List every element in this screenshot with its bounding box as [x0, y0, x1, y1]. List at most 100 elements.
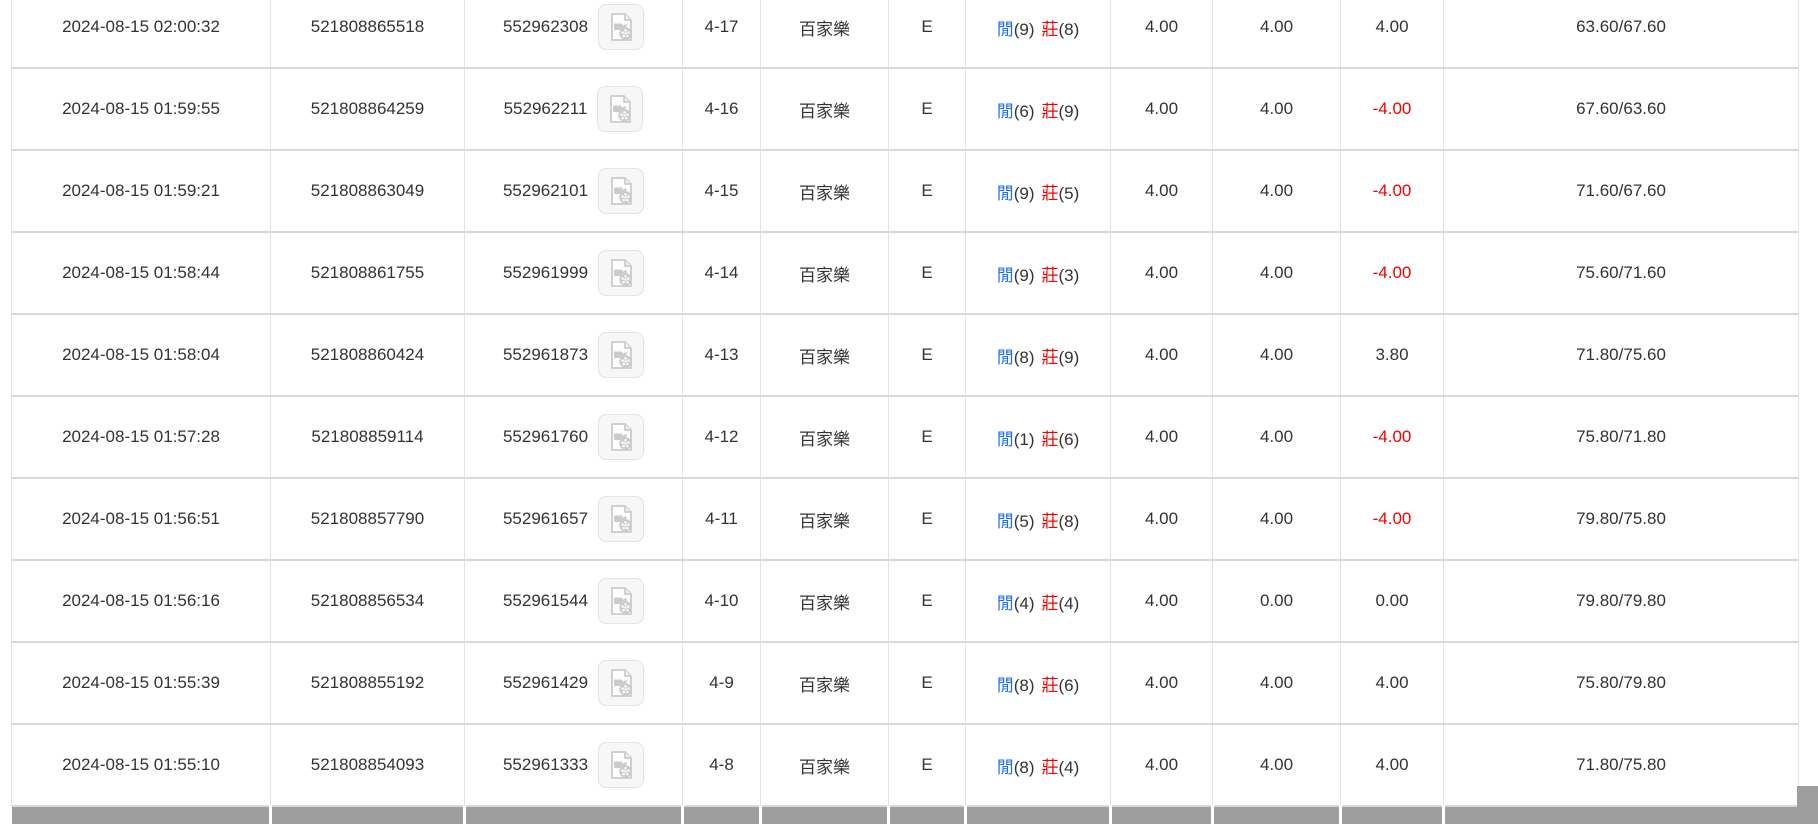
video-replay-button[interactable] — [598, 250, 644, 296]
table-row: 2024-08-15 01:56:51 521808857790 5529616… — [12, 478, 1799, 560]
banker-score: (6) — [1059, 676, 1080, 695]
table-code-cell: E — [889, 724, 966, 806]
subtotal-count: 20 — [271, 806, 465, 824]
player-score: (9) — [1014, 266, 1035, 285]
table-row: 2024-08-15 01:57:28 521808859114 5529617… — [12, 396, 1799, 478]
table-code-cell: E — [889, 642, 966, 724]
banker-score: (4) — [1059, 594, 1080, 613]
round-id-cell: 552962308 — [465, 0, 683, 68]
video-replay-button[interactable] — [598, 332, 644, 378]
video-file-icon — [605, 421, 637, 453]
banker-score: (9) — [1059, 102, 1080, 121]
bet-id-cell: 521808855192 — [271, 642, 465, 724]
valid-bet-cell: 4.00 — [1213, 314, 1341, 396]
round-number-cell: 4-12 — [683, 396, 761, 478]
result-cell: 閒(6)莊(9) — [966, 68, 1111, 150]
round-id-cell: 552962101 — [465, 150, 683, 232]
banker-label: 莊 — [1042, 20, 1059, 39]
banker-label: 莊 — [1042, 102, 1059, 121]
round-id-value: 552961873 — [503, 345, 588, 365]
video-replay-button[interactable] — [598, 742, 644, 788]
balance-cell: 71.80/75.60 — [1444, 314, 1799, 396]
video-file-icon — [605, 667, 637, 699]
video-replay-button[interactable] — [597, 86, 643, 132]
player-score: (8) — [1014, 676, 1035, 695]
banker-score: (4) — [1059, 758, 1080, 777]
balance-cell: 63.60/67.60 — [1444, 0, 1799, 68]
video-replay-button[interactable] — [598, 414, 644, 460]
round-id-cell: 552961760 — [465, 396, 683, 478]
player-score: (8) — [1014, 348, 1035, 367]
round-id-cell: 552961429 — [465, 642, 683, 724]
round-number-cell: 4-9 — [683, 642, 761, 724]
banker-score: (3) — [1059, 266, 1080, 285]
bet-id-cell: 521808857790 — [271, 478, 465, 560]
subtotal-winloss-total: 26.80 — [1341, 806, 1444, 824]
bet-amount-cell: 4.00 — [1111, 0, 1213, 68]
video-file-icon — [604, 93, 636, 125]
player-label: 閒 — [997, 758, 1014, 777]
game-name-cell: 百家樂 — [761, 478, 889, 560]
table-code-cell: E — [889, 396, 966, 478]
bet-id-cell: 521808860424 — [271, 314, 465, 396]
subtotal-bet-total: 80.00 — [1111, 806, 1213, 824]
bet-time-cell: 2024-08-15 01:56:51 — [12, 478, 271, 560]
win-loss-cell: -4.00 — [1341, 396, 1444, 478]
result-cell: 閒(4)莊(4) — [966, 560, 1111, 642]
subtotal-row-extension — [1797, 786, 1818, 824]
round-id-cell: 552961544 — [465, 560, 683, 642]
bet-id-cell: 521808865518 — [271, 0, 465, 68]
banker-label: 莊 — [1042, 594, 1059, 613]
video-replay-button[interactable] — [598, 660, 644, 706]
win-loss-cell: 4.00 — [1341, 642, 1444, 724]
player-label: 閒 — [997, 594, 1014, 613]
player-score: (5) — [1014, 512, 1035, 531]
subtotal-empty-cell — [889, 806, 966, 824]
video-file-icon — [605, 749, 637, 781]
bet-time-cell: 2024-08-15 01:59:55 — [12, 68, 271, 150]
game-name-cell: 百家樂 — [761, 68, 889, 150]
player-score: (4) — [1014, 594, 1035, 613]
round-number-cell: 4-15 — [683, 150, 761, 232]
player-label: 閒 — [997, 512, 1014, 531]
video-file-icon — [605, 503, 637, 535]
video-replay-button[interactable] — [598, 496, 644, 542]
player-score: (8) — [1014, 758, 1035, 777]
balance-cell: 79.80/75.80 — [1444, 478, 1799, 560]
game-name-cell: 百家樂 — [761, 642, 889, 724]
bet-amount-cell: 4.00 — [1111, 396, 1213, 478]
round-id-value: 552961657 — [503, 509, 588, 529]
table-code-cell: E — [889, 478, 966, 560]
valid-bet-cell: 0.00 — [1213, 560, 1341, 642]
result-cell: 閒(9)莊(3) — [966, 232, 1111, 314]
result-cell: 閒(8)莊(4) — [966, 724, 1111, 806]
subtotal-empty-cell — [465, 806, 683, 824]
win-loss-cell: -4.00 — [1341, 150, 1444, 232]
player-label: 閒 — [997, 102, 1014, 121]
subtotal-valid-total: 76.00 — [1213, 806, 1341, 824]
table-row: 2024-08-15 02:00:32 521808865518 5529623… — [12, 0, 1799, 68]
round-number-cell: 4-16 — [683, 68, 761, 150]
player-label: 閒 — [997, 20, 1014, 39]
round-id-value: 552961429 — [503, 673, 588, 693]
game-name-cell: 百家樂 — [761, 314, 889, 396]
video-replay-button[interactable] — [598, 4, 644, 50]
table-row: 2024-08-15 01:56:16 521808856534 5529615… — [12, 560, 1799, 642]
banker-label: 莊 — [1042, 512, 1059, 531]
bet-id-cell: 521808856534 — [271, 560, 465, 642]
video-file-icon — [605, 11, 637, 43]
round-id-value: 552962101 — [503, 181, 588, 201]
video-replay-button[interactable] — [598, 168, 644, 214]
video-file-icon — [605, 175, 637, 207]
table-row: 2024-08-15 01:58:44 521808861755 5529619… — [12, 232, 1799, 314]
round-id-value: 552961999 — [503, 263, 588, 283]
subtotal-empty-cell — [1444, 806, 1799, 824]
win-loss-cell: -4.00 — [1341, 68, 1444, 150]
table-row: 2024-08-15 01:59:21 521808863049 5529621… — [12, 150, 1799, 232]
win-loss-cell: 4.00 — [1341, 0, 1444, 68]
round-number-cell: 4-17 — [683, 0, 761, 68]
result-cell: 閒(8)莊(9) — [966, 314, 1111, 396]
round-id-cell: 552961657 — [465, 478, 683, 560]
banker-label: 莊 — [1042, 676, 1059, 695]
video-replay-button[interactable] — [598, 578, 644, 624]
